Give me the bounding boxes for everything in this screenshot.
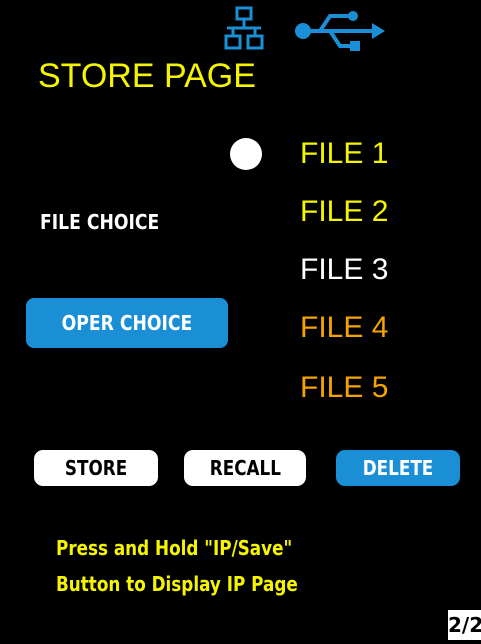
- store-button[interactable]: STORE: [34, 450, 158, 486]
- page-title: STORE PAGE: [38, 57, 256, 95]
- file-option-3[interactable]: FILE 3: [300, 250, 388, 290]
- file-option-5[interactable]: FILE 5: [300, 368, 388, 408]
- file-option-1[interactable]: FILE 1: [300, 134, 388, 174]
- page-indicator: 2/2: [448, 610, 481, 640]
- network-icon: [224, 6, 264, 52]
- oper-choice-label: OPER CHOICE: [61, 311, 193, 335]
- recall-button-label: RECALL: [209, 456, 281, 480]
- oper-choice-button[interactable]: OPER CHOICE: [26, 298, 228, 348]
- delete-button-label: DELETE: [362, 456, 434, 480]
- store-button-label: STORE: [64, 456, 128, 480]
- hint-line-1: Press and Hold "IP/Save": [56, 536, 293, 560]
- hint-line-2: Button to Display IP Page: [56, 572, 298, 596]
- file-choice-label: FILE CHOICE: [40, 210, 160, 234]
- file-option-2[interactable]: FILE 2: [300, 192, 388, 232]
- selected-file-indicator: [230, 138, 262, 170]
- usb-icon: [294, 10, 386, 52]
- recall-button[interactable]: RECALL: [184, 450, 306, 486]
- file-option-4[interactable]: FILE 4: [300, 308, 388, 348]
- delete-button[interactable]: DELETE: [336, 450, 460, 486]
